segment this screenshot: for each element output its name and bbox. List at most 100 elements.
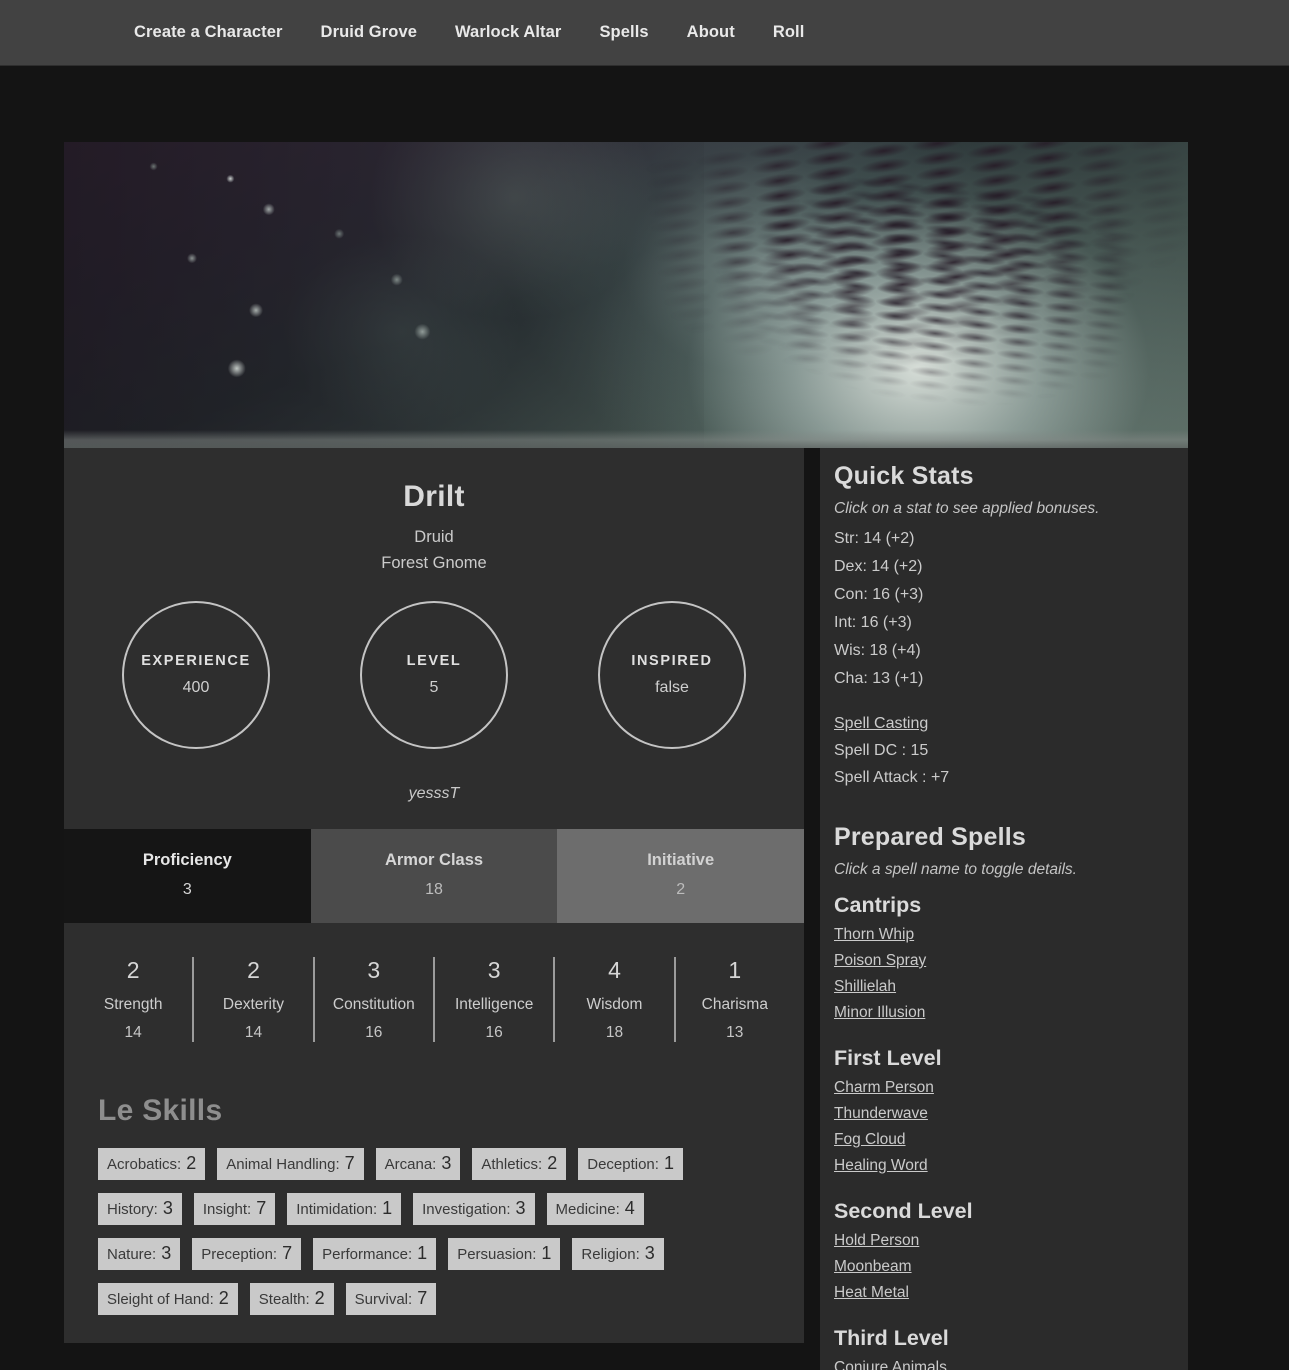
nav-link[interactable]: About [687, 23, 735, 41]
skill-value: 3 [516, 1198, 526, 1219]
skill-label: Performance: [322, 1246, 412, 1263]
nav-item-about[interactable]: About [687, 23, 735, 42]
main-columns: Drilt Druid Forest Gnome EXPERIENCE 400 … [64, 448, 1188, 1370]
skill-chip-persuasion[interactable]: Persuasion:1 [448, 1238, 560, 1270]
skill-value: 2 [547, 1153, 557, 1174]
skill-value: 3 [645, 1243, 655, 1264]
skill-chip-intimidation[interactable]: Intimidation:1 [287, 1193, 401, 1225]
skill-value: 7 [345, 1153, 355, 1174]
spell-link-thunderwave[interactable]: Thunderwave [834, 1105, 928, 1123]
skill-label: Preception: [201, 1246, 277, 1263]
skill-chip-animal-handling[interactable]: Animal Handling:7 [217, 1148, 363, 1180]
tab-initiative[interactable]: Initiative 2 [557, 829, 804, 923]
character-class: Druid [64, 528, 804, 547]
skill-chip-performance[interactable]: Performance: 1 [313, 1238, 436, 1270]
skill-value: 3 [441, 1153, 451, 1174]
nav-item-create-a-character[interactable]: Create a Character [134, 23, 283, 42]
skill-chip-insight[interactable]: Insight:7 [194, 1193, 275, 1225]
spell-casting-link[interactable]: Spell Casting [834, 715, 928, 733]
quick-stats-list: Str: 14 (+2) Dex: 14 (+2) Con: 16 (+3) I… [834, 530, 1172, 688]
hero-banner-image [64, 142, 1188, 448]
stat-circle-value: false [655, 679, 689, 697]
nav-link[interactable]: Roll [773, 23, 805, 41]
stat-circle-inspired[interactable]: INSPIRED false [598, 601, 746, 749]
tab-armor-class[interactable]: Armor Class 18 [311, 829, 558, 923]
skill-label: Arcana: [385, 1156, 437, 1173]
skills-rows: Acrobatics:2 Animal Handling:7 Arcana:3 … [98, 1148, 770, 1315]
spell-link-healing-word[interactable]: Healing Word [834, 1157, 928, 1175]
character-race: Forest Gnome [64, 554, 804, 573]
hero-conifer-branch-secondary-icon [697, 161, 1139, 434]
quick-stat-str[interactable]: Str: 14 (+2) [834, 530, 914, 548]
skill-chip-survival[interactable]: Survival:7 [346, 1283, 437, 1315]
skill-chip-investigation[interactable]: Investigation: 3 [413, 1193, 534, 1225]
quick-stat-wis[interactable]: Wis: 18 (+4) [834, 642, 921, 660]
nav-link[interactable]: Create a Character [134, 23, 283, 41]
skill-chip-sleight-of-hand[interactable]: Sleight of Hand:2 [98, 1283, 238, 1315]
skill-value: 7 [282, 1243, 292, 1264]
ability-constitution[interactable]: 3 Constitution 16 [315, 957, 435, 1042]
nav-item-roll[interactable]: Roll [773, 23, 805, 42]
left-column: Drilt Druid Forest Gnome EXPERIENCE 400 … [64, 448, 804, 1370]
character-summary-card: Drilt Druid Forest Gnome EXPERIENCE 400 … [64, 448, 804, 829]
nav-link[interactable]: Druid Grove [321, 23, 417, 41]
quick-stats-hint: Click on a stat to see applied bonuses. [834, 500, 1172, 518]
nav-link[interactable]: Warlock Altar [455, 23, 561, 41]
spell-link-charm-person[interactable]: Charm Person [834, 1079, 934, 1097]
skill-chip-religion[interactable]: Religion:3 [572, 1238, 663, 1270]
nav-item-spells[interactable]: Spells [599, 23, 648, 42]
skill-label: Athletics: [481, 1156, 542, 1173]
stat-circle-label: INSPIRED [631, 653, 712, 669]
stat-circle-level[interactable]: LEVEL 5 [360, 601, 508, 749]
spell-link-thorn-whip[interactable]: Thorn Whip [834, 926, 914, 944]
skill-chip-athletics[interactable]: Athletics: 2 [472, 1148, 566, 1180]
ability-modifier: 2 [198, 957, 308, 984]
nav-item-druid-grove[interactable]: Druid Grove [321, 23, 417, 42]
skill-value: 7 [256, 1198, 266, 1219]
ability-wisdom[interactable]: 4 Wisdom 18 [555, 957, 675, 1042]
tab-label: Proficiency [64, 851, 311, 870]
spell-link-hold-person[interactable]: Hold Person [834, 1232, 919, 1250]
skill-chip-history[interactable]: History:3 [98, 1193, 182, 1225]
spell-link-moonbeam[interactable]: Moonbeam [834, 1258, 912, 1276]
nav-list: Create a Character Druid Grove Warlock A… [134, 23, 804, 42]
skill-label: Investigation: [422, 1201, 510, 1218]
nav-link[interactable]: Spells [599, 23, 648, 41]
ability-charisma[interactable]: 1 Charisma 13 [676, 957, 794, 1042]
spell-link-conjure-animals[interactable]: Conjure Animals [834, 1359, 947, 1370]
spell-link-minor-illusion[interactable]: Minor Illusion [834, 1004, 925, 1022]
skill-label: History: [107, 1201, 158, 1218]
ability-modifier: 3 [319, 957, 429, 984]
skill-value: 1 [417, 1243, 427, 1264]
stat-circle-experience[interactable]: EXPERIENCE 400 [122, 601, 270, 749]
ability-modifier: 2 [78, 957, 188, 984]
spell-link-poison-spray[interactable]: Poison Spray [834, 952, 926, 970]
skills-row: History:3 Insight:7 Intimidation:1 Inves… [98, 1193, 770, 1225]
prepared-spells-title: Prepared Spells [834, 823, 1172, 852]
stat-circle-group: EXPERIENCE 400 LEVEL 5 INSPIRED false [64, 601, 804, 749]
ability-score: 14 [198, 1024, 308, 1042]
stat-circle-label: EXPERIENCE [141, 653, 250, 669]
nav-item-warlock-altar[interactable]: Warlock Altar [455, 23, 561, 42]
skill-chip-nature[interactable]: Nature:3 [98, 1238, 180, 1270]
skill-chip-stealth[interactable]: Stealth:2 [250, 1283, 334, 1315]
quick-stat-con[interactable]: Con: 16 (+3) [834, 586, 923, 604]
skill-chip-medicine[interactable]: Medicine:4 [547, 1193, 644, 1225]
ability-intelligence[interactable]: 3 Intelligence 16 [435, 957, 555, 1042]
quick-stat-dex[interactable]: Dex: 14 (+2) [834, 558, 922, 576]
spell-link-shillielah[interactable]: Shillielah [834, 978, 896, 996]
ability-strength[interactable]: 2 Strength 14 [74, 957, 194, 1042]
spell-link-heat-metal[interactable]: Heat Metal [834, 1284, 909, 1302]
skill-chip-acrobatics[interactable]: Acrobatics:2 [98, 1148, 205, 1180]
spell-link-fog-cloud[interactable]: Fog Cloud [834, 1131, 906, 1149]
ability-modifier: 4 [559, 957, 669, 984]
ability-dexterity[interactable]: 2 Dexterity 14 [194, 957, 314, 1042]
quick-stat-int[interactable]: Int: 16 (+3) [834, 614, 912, 632]
skill-chip-arcana[interactable]: Arcana:3 [376, 1148, 461, 1180]
skill-chip-deception[interactable]: Deception:1 [578, 1148, 683, 1180]
quick-stat-cha[interactable]: Cha: 13 (+1) [834, 670, 923, 688]
skill-label: Stealth: [259, 1291, 310, 1308]
skill-value: 2 [219, 1288, 229, 1309]
tab-proficiency[interactable]: Proficiency 3 [64, 829, 311, 923]
skill-chip-preception[interactable]: Preception: 7 [192, 1238, 301, 1270]
